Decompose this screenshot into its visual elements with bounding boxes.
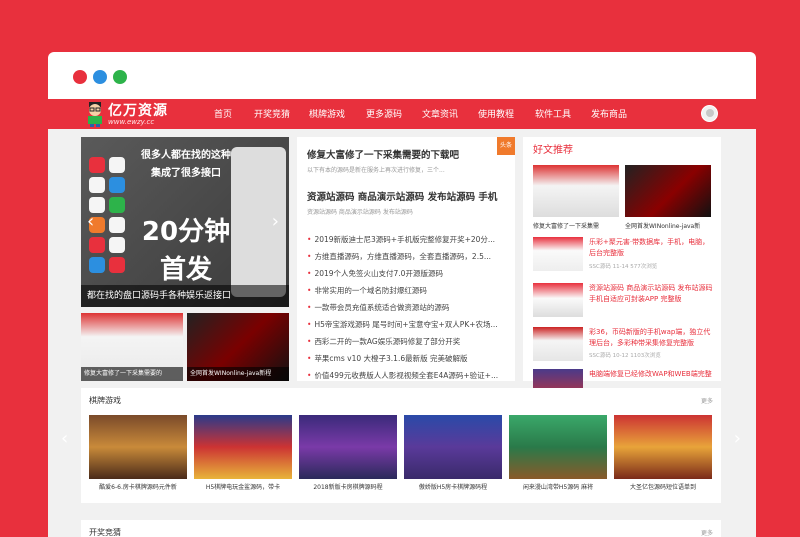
slider-prev-icon[interactable]: ‹: [87, 211, 94, 232]
nav-item-tutorials[interactable]: 使用教程: [478, 107, 514, 120]
slide-big-text-2: 首发: [159, 255, 212, 285]
site-logo[interactable]: 亿万资源 www.ewzy.cc: [84, 99, 184, 129]
game-caption[interactable]: 酷爱6-6.房卡棋牌源码元件新: [89, 482, 187, 491]
nav-item-publish[interactable]: 发布商品: [591, 107, 627, 120]
game-thumb[interactable]: [614, 415, 712, 479]
recommend-item-image[interactable]: [533, 283, 583, 317]
games-next-icon[interactable]: ›: [734, 428, 741, 449]
user-avatar[interactable]: [701, 105, 718, 122]
slide-big-text-1: 20分钟: [141, 217, 231, 247]
section-title: 开奖竞猜: [89, 528, 121, 537]
news-headline-1[interactable]: 修复大富修了一下采集需要的下载吧: [307, 147, 459, 161]
app-icon: [109, 157, 125, 173]
recommend-thumb-caption: 全网首发WINonline-java新: [625, 223, 701, 230]
game-caption[interactable]: 闲来漫山湾带H5源码 麻将: [509, 482, 607, 491]
thumb-caption: 修复大富修了一下采集需要的: [81, 367, 183, 381]
hot-badge: 头条: [497, 137, 515, 155]
recommend-item-title[interactable]: 资源站源码 商品演示站源码 发布站源码 手机自适应可封装APP 完整版: [589, 283, 715, 305]
slide-headline: 很多人都在找的这种 集成了很多接口: [131, 147, 241, 183]
app-icon: [89, 237, 105, 253]
news-panel: 头条 修复大富修了一下采集需要的下载吧 以下有本的源码是新在服务上再次进行修复，…: [297, 137, 515, 381]
brand-domain: www.ewzy.cc: [108, 118, 155, 126]
news-list-item[interactable]: 2019新版迪士尼3源码+手机版完整修复开奖+20分...: [307, 231, 509, 248]
recommend-item-image[interactable]: [533, 237, 583, 271]
nav-item-more-source[interactable]: 更多源码: [366, 107, 402, 120]
nav-item-articles[interactable]: 文章资讯: [422, 107, 458, 120]
section-title: 棋牌游戏: [89, 396, 121, 405]
nav-item-card-games[interactable]: 棋牌游戏: [309, 107, 345, 120]
game-caption[interactable]: 大圣亿包源码短位语单到: [614, 482, 712, 491]
game-caption[interactable]: 傲娇版H5房卡棋牌源码程: [404, 482, 502, 491]
featured-thumb-1[interactable]: 修复大富修了一下采集需要的: [81, 313, 183, 381]
game-thumb[interactable]: [299, 415, 397, 479]
recommend-item-title[interactable]: 电脑端修复已经修改WAP和WEB端完整: [589, 369, 715, 380]
nav-item-lottery[interactable]: 开奖竞猜: [254, 107, 290, 120]
section-more-link[interactable]: 更多: [701, 528, 713, 537]
news-summary-2: 资源站源码 商品演示站源码 发布站源码: [307, 209, 413, 216]
news-list-item[interactable]: 2019个人免签火山支付7.0开源版源码: [307, 265, 509, 282]
close-window-icon[interactable]: [73, 70, 87, 84]
app-icon: [89, 257, 105, 273]
news-list-item[interactable]: 一款带会员充值系统适合做资源站的源码: [307, 299, 509, 316]
recommend-item-meta: SSC源码 11-14 577次浏览: [589, 264, 658, 270]
recommend-thumb-caption: 修复大富修了一下采集需: [533, 223, 600, 230]
site-navbar: 亿万资源 www.ewzy.cc 首页 开奖竞猜 棋牌游戏 更多源码 文章资讯 …: [48, 99, 756, 129]
game-caption[interactable]: H5棋牌电玩金鲨源码，带卡: [194, 482, 292, 491]
app-icon: [89, 177, 105, 193]
news-list-item[interactable]: 方维直播源码，方维直播源码，全套直播源码，2.5...: [307, 248, 509, 265]
mascot-icon: [88, 102, 102, 127]
lottery-section: 开奖竞猜 更多: [81, 520, 721, 537]
recommend-title: 好文推荐: [533, 145, 573, 156]
news-list-item[interactable]: 西彩二开的一款AG娱乐源码修复了部分开奖: [307, 333, 509, 350]
app-icon: [89, 157, 105, 173]
card-games-section: 棋牌游戏 更多 酷爱6-6.房卡棋牌源码元件新 H5棋牌电玩金鲨源码，带卡 20…: [61, 388, 741, 503]
game-thumb[interactable]: [194, 415, 292, 479]
page-content: 很多人都在找的这种 集成了很多接口 20分钟 首发 ‹ › 都在找的盘口源码手各…: [48, 129, 756, 537]
slider-next-icon[interactable]: ›: [272, 211, 279, 232]
recommend-item-image[interactable]: [533, 327, 583, 361]
maximize-window-icon[interactable]: [113, 70, 127, 84]
minimize-window-icon[interactable]: [93, 70, 107, 84]
nav-item-home[interactable]: 首页: [214, 107, 232, 120]
news-list-item[interactable]: H5帝宝游戏源码 尾号时间+宝意夺宝+双人PK+农场...: [307, 316, 509, 333]
news-list-item[interactable]: 非常实用的一个域名防封爆红源码: [307, 282, 509, 299]
recommend-item-title[interactable]: 彩36，币码新版的手机wap端，独立代理后台，多彩种带采集修复完整版: [589, 327, 715, 349]
game-thumb[interactable]: [509, 415, 607, 479]
games-prev-icon[interactable]: ‹: [61, 428, 68, 449]
brand-name: 亿万资源: [108, 103, 168, 119]
game-thumb[interactable]: [404, 415, 502, 479]
recommend-panel: 好文推荐 修复大富修了一下采集需 全网首发WINonline-java新 乐彩+…: [523, 137, 721, 403]
nav-item-software[interactable]: 软件工具: [535, 107, 571, 120]
thumb-caption: 全网首发WINonline-java新程: [187, 367, 289, 381]
slide-line-2: 集成了很多接口: [151, 168, 221, 179]
recommend-thumb-1[interactable]: [533, 165, 619, 217]
news-summary-1: 以下有本的源码是新在服务上再次进行修复，三个...: [307, 167, 445, 174]
game-thumb[interactable]: [89, 415, 187, 479]
recommend-item-meta: SSC源码 10-12 1103次浏览: [589, 353, 661, 359]
news-headline-2[interactable]: 资源站源码 商品演示站源码 发布站源码 手机: [307, 189, 497, 203]
news-list: 2019新版迪士尼3源码+手机版完整修复开奖+20分... 方维直播源码，方维直…: [307, 231, 509, 384]
recommend-thumb-2[interactable]: [625, 165, 711, 217]
window-titlebar: [48, 52, 756, 99]
browser-window: 亿万资源 www.ewzy.cc 首页 开奖竞猜 棋牌游戏 更多源码 文章资讯 …: [48, 52, 756, 537]
app-icon: [109, 177, 125, 193]
news-list-item[interactable]: 苹果cms v10 大橙子3.1.6最新版 完美破解版: [307, 350, 509, 367]
slide-caption: 都在找的盘口源码手各种娱乐返接口: [81, 285, 289, 307]
game-caption[interactable]: 2018新版卡房棋牌源码程: [299, 482, 397, 491]
section-more-link[interactable]: 更多: [701, 396, 713, 405]
hero-slider[interactable]: 很多人都在找的这种 集成了很多接口 20分钟 首发 ‹ › 都在找的盘口源码手各…: [81, 137, 289, 307]
slide-line-1: 很多人都在找的这种: [141, 150, 231, 161]
recommend-item-title[interactable]: 乐彩+聚元害·带数据库，手机，电脑，后台完整版: [589, 237, 715, 259]
news-list-item[interactable]: 价值499元收费版人人影视视频全套E4A源码+验证+...: [307, 367, 509, 384]
featured-thumb-2[interactable]: 全网首发WINonline-java新程: [187, 313, 289, 381]
